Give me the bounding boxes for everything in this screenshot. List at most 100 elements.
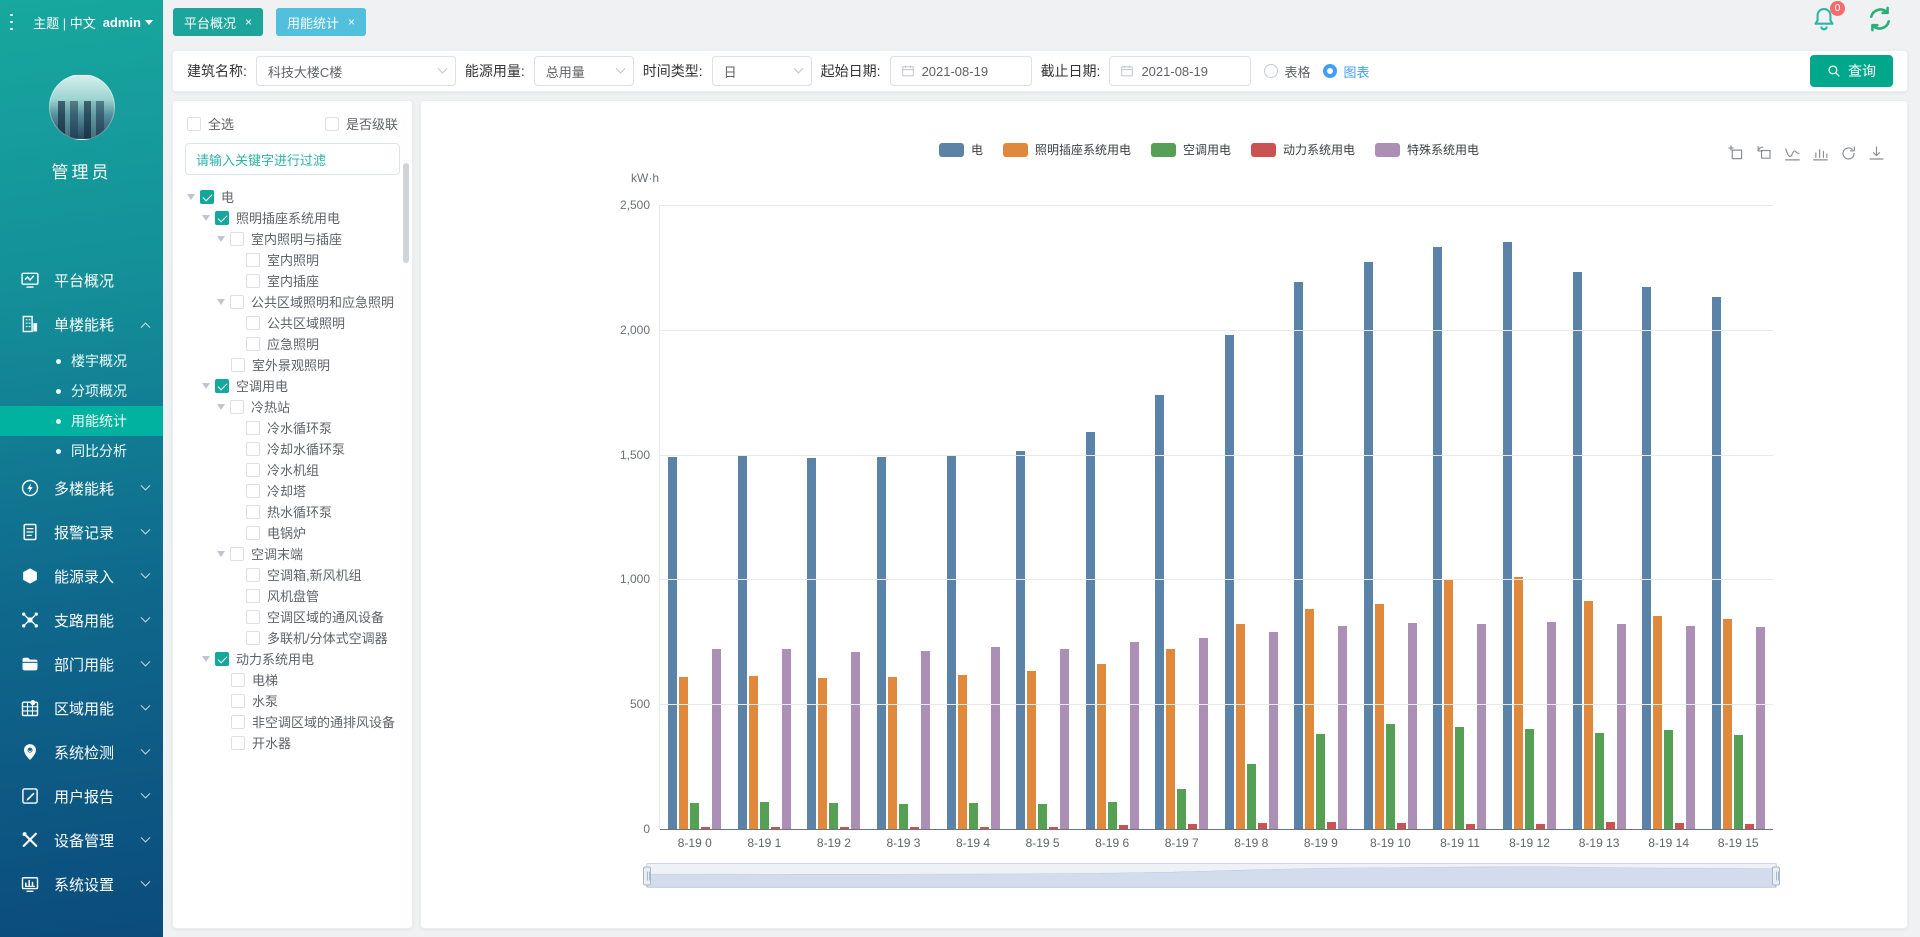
bar[interactable]	[807, 458, 816, 829]
bar[interactable]	[1455, 727, 1464, 829]
tree-search-input[interactable]: 请输入关键字进行过滤	[185, 143, 400, 175]
sidebar-subitem[interactable]: 分项概况	[0, 376, 163, 406]
tree-checkbox[interactable]	[246, 253, 260, 267]
tree-item[interactable]: 冷却水循环泵	[187, 438, 408, 459]
bar[interactable]	[1225, 335, 1234, 829]
tree-checkbox[interactable]	[246, 442, 260, 456]
end-date-input[interactable]: 2021-08-19	[1109, 56, 1251, 86]
bar[interactable]	[1477, 624, 1486, 829]
tree-checkbox[interactable]	[230, 400, 244, 414]
bar[interactable]	[1734, 735, 1743, 829]
notification-bell-icon[interactable]: 0	[1810, 5, 1838, 33]
bar[interactable]	[1269, 632, 1278, 829]
bar[interactable]	[1642, 287, 1651, 829]
sidebar-item-2[interactable]: 多楼能耗	[0, 466, 163, 510]
tree-checkbox[interactable]	[230, 232, 244, 246]
tree-checkbox[interactable]	[246, 505, 260, 519]
sidebar-item-4[interactable]: 能源录入	[0, 554, 163, 598]
bar[interactable]	[1155, 395, 1164, 829]
select-all-checkbox[interactable]	[187, 117, 201, 131]
radio-chart[interactable]: 图表	[1323, 62, 1369, 81]
sidebar-item-11[interactable]: 系统设置	[0, 862, 163, 906]
bar[interactable]	[958, 675, 967, 829]
tree-expand-arrow-icon[interactable]	[217, 551, 225, 557]
tree-item[interactable]: 空调用电	[187, 375, 408, 396]
refresh-sync-icon[interactable]	[1866, 5, 1894, 33]
bar[interactable]	[851, 652, 860, 829]
tree-expand-arrow-icon[interactable]	[202, 656, 210, 662]
bar[interactable]	[679, 677, 688, 829]
restore-icon[interactable]	[1840, 145, 1857, 162]
bar-chart-icon[interactable]	[1812, 145, 1829, 162]
tree-item[interactable]: 冷水循环泵	[187, 417, 408, 438]
bar[interactable]	[1108, 802, 1117, 829]
bar[interactable]	[1316, 734, 1325, 829]
tree-item[interactable]: 热水循环泵	[187, 501, 408, 522]
sidebar-item-6[interactable]: 部门用能	[0, 642, 163, 686]
energy-usage-select[interactable]: 总用量	[534, 56, 634, 86]
bar[interactable]	[760, 802, 769, 829]
sidebar-subitem[interactable]: 楼宇概况	[0, 346, 163, 376]
tree-checkbox[interactable]	[246, 316, 260, 330]
tree-checkbox[interactable]	[246, 526, 260, 540]
tree-checkbox[interactable]	[246, 610, 260, 624]
tree-checkbox-checked[interactable]	[215, 379, 229, 393]
tree-item[interactable]: 公共区域照明和应急照明	[187, 291, 408, 312]
bar[interactable]	[1327, 822, 1336, 829]
bar[interactable]	[1247, 764, 1256, 829]
bar[interactable]	[1364, 262, 1373, 829]
bar[interactable]	[1038, 804, 1047, 829]
tree-item[interactable]: 冷却塔	[187, 480, 408, 501]
bar[interactable]	[1305, 609, 1314, 829]
bar[interactable]	[1514, 577, 1523, 829]
bar[interactable]	[969, 803, 978, 829]
query-button[interactable]: 查询	[1810, 55, 1893, 87]
tree-checkbox[interactable]	[230, 547, 244, 561]
tree-expand-arrow-icon[interactable]	[217, 404, 225, 410]
sidebar-item-5[interactable]: 支路用能	[0, 598, 163, 642]
sidebar-subitem-active[interactable]: 用能统计	[0, 406, 163, 436]
tree-item[interactable]: 公共区域照明	[187, 312, 408, 333]
sidebar-item-1[interactable]: 单楼能耗	[0, 302, 163, 346]
tree-checkbox[interactable]	[230, 295, 244, 309]
bar[interactable]	[1086, 432, 1095, 829]
tree-checkbox[interactable]	[246, 421, 260, 435]
tree-item[interactable]: 电锅炉	[187, 522, 408, 543]
legend-item[interactable]: 照明插座系统用电	[1003, 141, 1131, 158]
tree-checkbox-checked[interactable]	[200, 190, 214, 204]
legend-item[interactable]: 电	[939, 141, 983, 158]
tree-item[interactable]: 电梯	[187, 669, 408, 690]
radio-table[interactable]: 表格	[1264, 62, 1310, 81]
tree-item[interactable]: 水泵	[187, 690, 408, 711]
bar[interactable]	[712, 649, 721, 829]
tree-item[interactable]: 空调区域的通风设备	[187, 606, 408, 627]
tree-item[interactable]: 冷水机组	[187, 459, 408, 480]
tree-item[interactable]: 室外景观照明	[187, 354, 408, 375]
bar[interactable]	[1177, 789, 1186, 829]
tree-item[interactable]: 室内照明	[187, 249, 408, 270]
tree-checkbox[interactable]	[231, 358, 245, 372]
bar[interactable]	[1130, 642, 1139, 829]
bar[interactable]	[1595, 733, 1604, 829]
bar[interactable]	[1199, 638, 1208, 829]
datazoom-slider[interactable]	[646, 863, 1777, 888]
tree-item[interactable]: 冷热站	[187, 396, 408, 417]
download-icon[interactable]	[1868, 145, 1885, 162]
bar[interactable]	[1408, 623, 1417, 829]
cascade-checkbox[interactable]	[325, 117, 339, 131]
bar[interactable]	[1617, 624, 1626, 829]
bar[interactable]	[921, 651, 930, 829]
bar[interactable]	[1547, 622, 1556, 829]
tab-platform-overview[interactable]: 平台概况 ×	[173, 8, 263, 36]
zoom-box-icon[interactable]	[1728, 145, 1745, 162]
tree-expand-arrow-icon[interactable]	[217, 299, 225, 305]
bar[interactable]	[1338, 626, 1347, 829]
bar[interactable]	[668, 457, 677, 829]
bar[interactable]	[1375, 604, 1384, 829]
start-date-input[interactable]: 2021-08-19	[890, 56, 1032, 86]
tree-item[interactable]: 风机盘管	[187, 585, 408, 606]
tree-checkbox[interactable]	[246, 568, 260, 582]
tree-checkbox[interactable]	[246, 463, 260, 477]
tree-item[interactable]: 应急照明	[187, 333, 408, 354]
bar[interactable]	[782, 649, 791, 829]
